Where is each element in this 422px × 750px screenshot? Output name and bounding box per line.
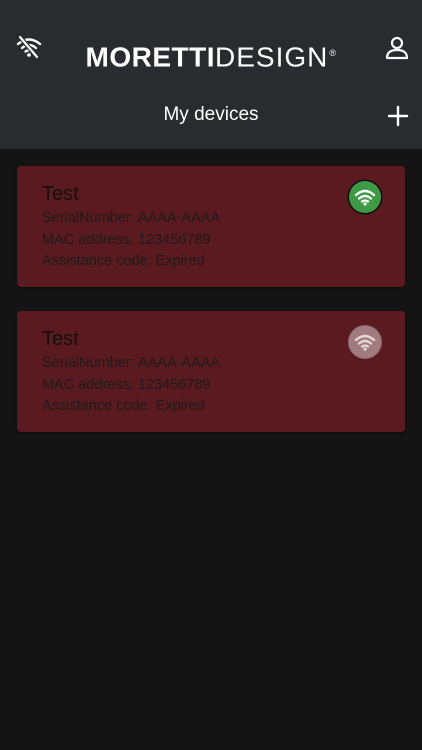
- device-card[interactable]: Test SerialNumber: AAAA-AAAA MAC address…: [17, 166, 405, 287]
- device-mac: MAC address: 123456789: [42, 377, 211, 393]
- device-serial: SerialNumber: AAAA-AAAA: [42, 355, 221, 371]
- device-card[interactable]: Test SerialNumber: AAAA-AAAA MAC address…: [17, 311, 405, 432]
- wifi-offline-icon: [349, 326, 381, 358]
- device-name: Test: [42, 328, 79, 350]
- device-name: Test: [42, 183, 79, 205]
- wifi-online-icon: [349, 181, 381, 213]
- logo-registered-mark: ®: [329, 48, 337, 58]
- device-serial: SerialNumber: AAAA-AAAA: [42, 210, 221, 226]
- device-mac: MAC address: 123456789: [42, 232, 211, 248]
- logo-bold-text: MORETTI: [85, 41, 215, 73]
- device-assistance-code: Assistance code: Expired: [42, 253, 205, 269]
- logo-light-text: DESIGN: [215, 41, 329, 73]
- page-title: My devices: [163, 104, 259, 125]
- top-bar: MORETTIDESIGN® My devices: [0, 0, 422, 149]
- user-icon[interactable]: [383, 34, 411, 62]
- plus-icon[interactable]: [384, 102, 412, 130]
- brand-logo: MORETTIDESIGN®: [0, 37, 422, 73]
- device-assistance-code: Assistance code: Expired: [42, 398, 205, 414]
